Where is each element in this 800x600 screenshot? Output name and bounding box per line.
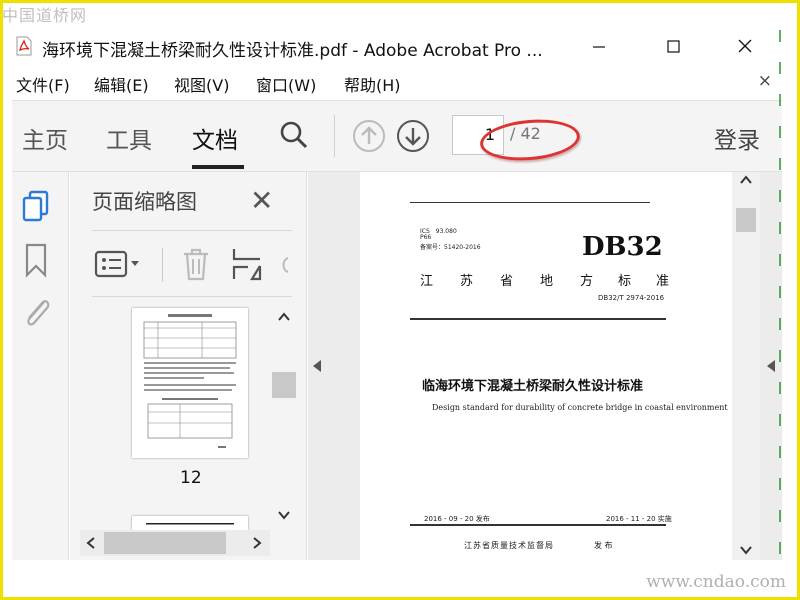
expand-right-panel-icon[interactable] [764,358,778,374]
thumbnail-content-12 [143,314,237,448]
thumbnail-page-label: 12 [180,468,202,488]
watermark-bottom: www.cndao.com [646,572,786,592]
panel-divider-2 [92,296,292,297]
doc-lower-rule [410,524,666,526]
rotate-icon[interactable] [278,252,294,278]
doc-record-no: 备案号：51420-2016 [420,244,481,251]
collapse-left-icon[interactable] [310,358,324,374]
panel-title: 页面缩略图 [92,190,197,214]
document-vertical-scrollbar[interactable] [732,172,760,560]
right-edge-dashes [779,30,781,570]
left-navigation-rail [12,172,69,560]
doc-province-char: 准 [656,274,670,289]
doc-scroll-up-icon[interactable] [739,174,753,186]
next-page-icon[interactable] [396,119,430,153]
login-button[interactable]: 登录 [714,121,760,155]
tab-tools[interactable]: 工具 [106,121,152,155]
scroll-left-icon[interactable] [84,536,98,550]
extract-pages-icon[interactable] [230,246,264,282]
doc-province-char: 标 [618,274,632,289]
doc-p-code: P66 [420,234,432,241]
doc-upper-rule [410,318,666,320]
doc-scroll-down-icon[interactable] [739,544,753,556]
doc-publish-word: 发 布 [594,541,613,550]
page-thumbnail-13[interactable] [132,516,248,530]
menu-close-icon[interactable]: × [758,71,772,91]
doc-province-char: 苏 [460,274,474,289]
doc-scroll-thumb[interactable] [736,208,756,232]
previous-page-icon[interactable] [352,119,386,153]
top-toolbar: 主页 工具 文档 1 / 42 登录 [12,100,782,172]
panel-toolbar-separator [162,248,163,282]
delete-icon[interactable] [180,246,212,282]
menu-file[interactable]: 文件(F) [16,72,70,96]
page-thumbnails-icon[interactable] [20,188,52,224]
scroll-up-icon[interactable] [277,310,291,324]
thumbnail-vertical-scrollbar[interactable] [272,306,296,526]
window-title: 海环境下混凝土桥梁耐久性设计标准.pdf - Adobe Acrobat Pro… [42,41,543,61]
doc-province-char: 省 [500,274,514,289]
watermark-top: 中国道桥网 [2,6,88,25]
menu-bar: 文件(F) 编辑(E) 视图(V) 窗口(W) 帮助(H) × [12,68,782,98]
doc-standard-number: DB32/T 2974-2016 [598,294,665,302]
menu-help[interactable]: 帮助(H) [344,72,401,96]
doc-province-char: 江 [420,274,434,289]
scroll-right-icon[interactable] [250,536,264,550]
bookmark-icon[interactable] [24,242,48,278]
panel-divider [92,230,292,231]
menu-view[interactable]: 视图(V) [174,72,229,96]
page-thumbnail-12[interactable] [132,308,248,458]
thumbnail-horizontal-scrollbar[interactable] [80,530,270,556]
tab-document[interactable]: 文档 [192,121,238,155]
doc-implement-date: 2016 - 11 - 20 实施 [606,515,672,523]
menu-window[interactable]: 窗口(W) [256,72,316,96]
doc-issue-date: 2016 - 09 - 20 发布 [424,515,490,523]
scroll-down-icon[interactable] [277,508,291,522]
doc-top-rule [410,202,650,203]
doc-issuer: 江苏省质量技术监督局 [464,541,554,550]
hscroll-thumb[interactable] [104,532,226,554]
active-tab-indicator [192,165,244,169]
title-bar: 海环境下混凝土桥梁耐久性设计标准.pdf - Adobe Acrobat Pro… [12,30,782,64]
toolbar-separator [334,115,335,157]
panel-close-icon[interactable]: ✕ [250,184,273,217]
thumbnail-panel: 页面缩略图 ✕ 12 [70,172,307,560]
minimize-icon[interactable] [584,34,614,60]
pdf-file-icon [16,36,32,56]
close-window-icon[interactable] [730,34,760,60]
doc-province-char: 方 [580,274,594,289]
doc-db-label: DB32 [582,232,663,262]
attachment-icon[interactable] [20,294,52,330]
doc-province-char: 地 [540,274,554,289]
doc-title-cn: 临海环境下混凝土桥梁耐久性设计标准 [422,379,644,394]
search-icon[interactable] [278,119,310,151]
options-menu-icon[interactable] [94,248,142,280]
scroll-thumb[interactable] [272,372,296,398]
left-panel-collapse-strip[interactable] [308,172,360,560]
doc-title-en: Design standard for durability of concre… [432,403,728,412]
menu-edit[interactable]: 编辑(E) [94,72,149,96]
document-page: ICS 93.080 P66 备案号：51420-2016 DB32 江 苏 省… [360,172,732,560]
maximize-icon[interactable] [658,34,688,60]
thumbnail-content-13 [146,523,234,525]
tab-home[interactable]: 主页 [22,121,68,155]
